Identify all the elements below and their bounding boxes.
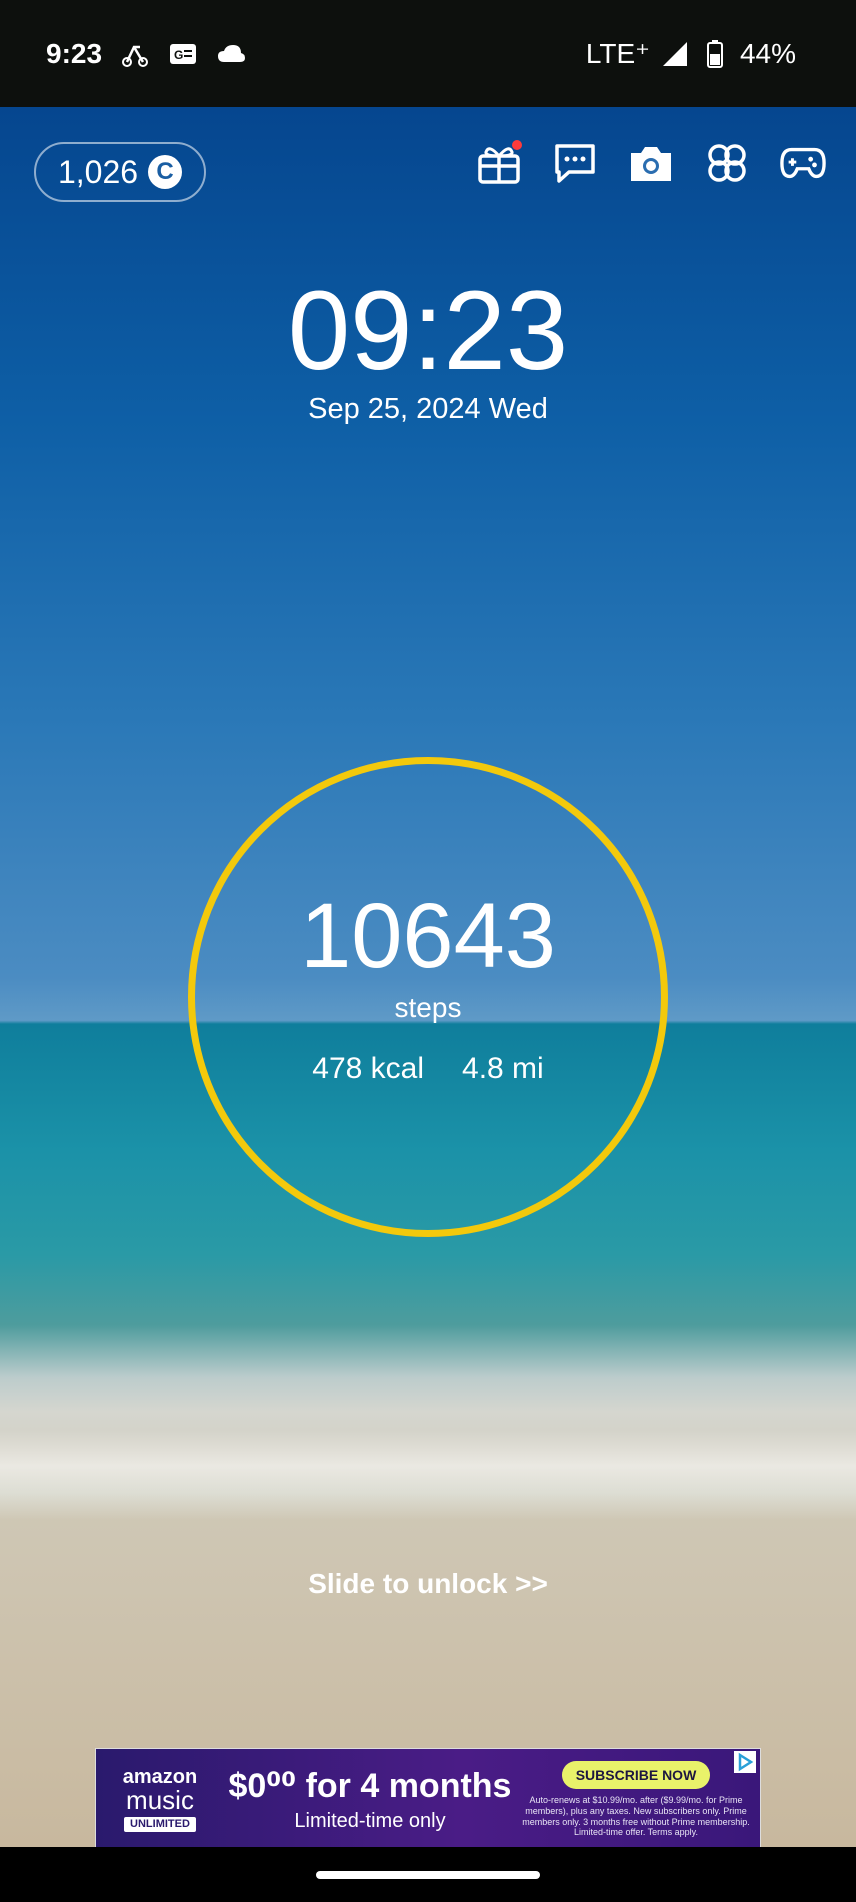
coin-icon: C xyxy=(148,155,183,189)
ad-headline: $0⁰⁰ for 4 months xyxy=(228,1767,512,1805)
ad-choices-icon[interactable] xyxy=(734,1751,756,1773)
news-icon: G xyxy=(168,39,198,69)
wave-foam xyxy=(0,1430,856,1520)
home-gesture-handle[interactable] xyxy=(316,1871,540,1879)
coin-amount: 1,026 xyxy=(57,153,139,190)
ad-banner[interactable]: amazon music UNLIMITED $0⁰⁰ for 4 months… xyxy=(95,1748,761,1851)
activity-stats: 478 kcal 4.8 mi xyxy=(0,1052,856,1086)
scooter-icon xyxy=(120,39,150,69)
coin-balance-button[interactable]: 1,026 C xyxy=(34,142,206,202)
ad-subline: Limited-time only xyxy=(294,1810,446,1832)
battery-icon xyxy=(700,39,730,69)
svg-text:G: G xyxy=(174,48,183,62)
slide-to-unlock[interactable]: Slide to unlock >> xyxy=(0,1568,856,1600)
lockscreen-date: Sep 25, 2024 Wed xyxy=(308,393,548,425)
cloud-icon xyxy=(216,39,246,69)
camera-icon[interactable] xyxy=(628,140,674,186)
gift-icon[interactable] xyxy=(476,140,522,186)
calories-value: 478 kcal xyxy=(312,1052,425,1085)
notification-dot xyxy=(512,140,522,150)
status-time: 9:23 xyxy=(46,37,103,69)
lockscreen-clock: 09:23 xyxy=(287,268,569,393)
ad-fine-print: Auto-renews at $10.99/mo. after ($9.99/m… xyxy=(522,1794,750,1838)
subscribe-button[interactable]: SUBSCRIBE NOW xyxy=(561,1760,711,1789)
clover-icon[interactable] xyxy=(704,140,750,186)
status-bar: 9:23 G LTE⁺ 44% xyxy=(0,0,856,107)
gamepad-icon[interactable] xyxy=(780,140,826,186)
step-count: 10643 xyxy=(300,885,556,987)
signal-icon xyxy=(660,39,690,69)
top-action-bar xyxy=(476,140,826,186)
network-type: LTE⁺ xyxy=(585,38,650,69)
battery-percent: 44% xyxy=(739,37,796,69)
distance-value: 4.8 mi xyxy=(462,1052,544,1085)
steps-label: steps xyxy=(394,992,462,1023)
amazon-music-logo: amazon music UNLIMITED xyxy=(122,1766,198,1832)
chat-icon[interactable] xyxy=(552,140,598,186)
